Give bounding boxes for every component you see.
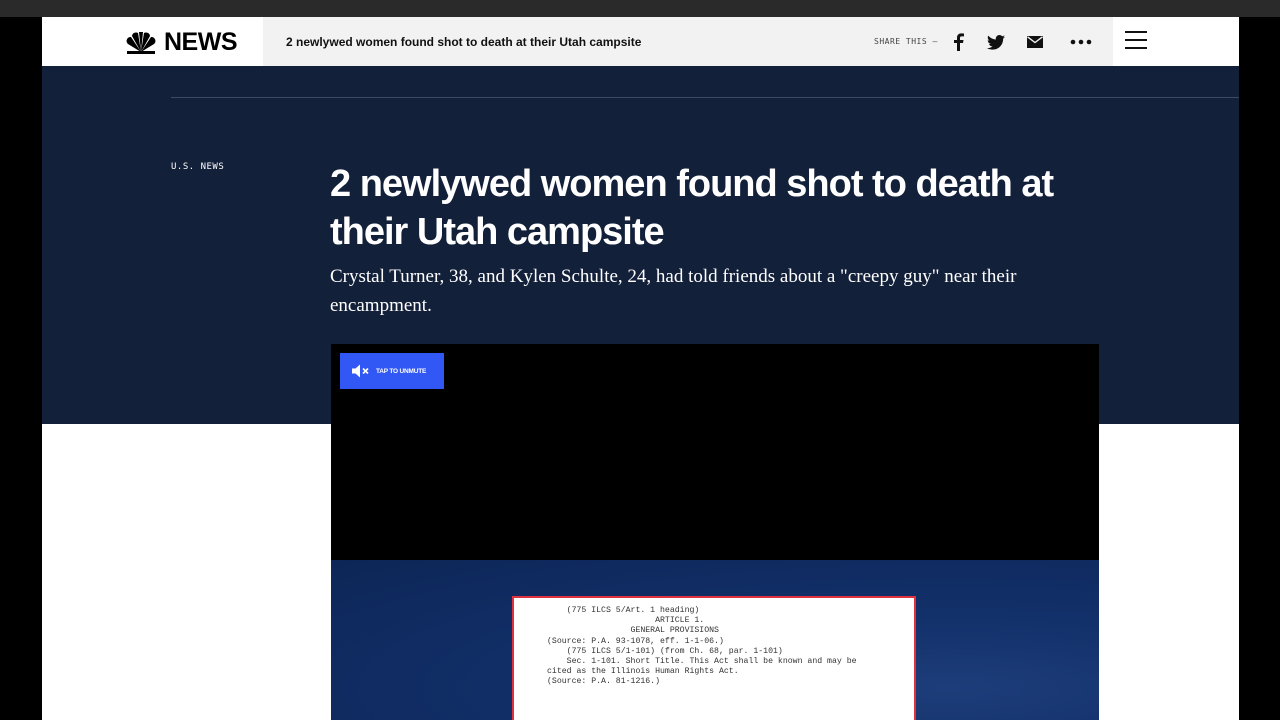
document-line: ARTICLE 1. — [547, 616, 705, 626]
nbc-news-logo[interactable]: NEWS — [124, 28, 238, 57]
sticky-headline-strip: 2 newlywed women found shot to death at … — [263, 17, 1113, 66]
left-black-border — [0, 17, 42, 720]
page: NEWS 2 newlywed women found shot to deat… — [42, 17, 1239, 720]
divider — [171, 97, 1239, 98]
browser-top-bar — [0, 0, 1280, 17]
section-label[interactable]: U.S. NEWS — [171, 162, 224, 172]
muted-speaker-icon — [352, 364, 369, 378]
unmute-label: TAP TO UNMUTE — [376, 367, 427, 375]
document-line: (775 ILCS 5/1-101) (from Ch. 68, par. 1-… — [547, 646, 783, 656]
strip-title: 2 newlywed women found shot to death at … — [286, 35, 642, 49]
document-line: (Source: P.A. 81-1216.) — [547, 677, 661, 687]
document-line: (Source: P.A. 93-1078, eff. 1-1-06.) — [547, 636, 724, 646]
article-title: 2 newlywed women found shot to death at … — [330, 163, 1054, 253]
video-player[interactable]: TAP TO UNMUTE (775 ILCS 5/Art. 1 heading… — [331, 344, 1099, 720]
share-label: SHARE THIS — — [874, 37, 938, 46]
document-line: Sec. 1-101. Short Title. This Act shall … — [547, 657, 857, 667]
hamburger-menu-icon[interactable] — [1125, 31, 1147, 51]
peacock-icon — [126, 31, 156, 54]
more-icon[interactable] — [1070, 31, 1092, 53]
right-black-border — [1239, 17, 1280, 720]
article-subtitle: Crystal Turner, 38, and Kylen Schulte, 2… — [330, 266, 1017, 316]
logo-text: NEWS — [164, 28, 238, 56]
twitter-icon[interactable] — [985, 31, 1007, 53]
document-line: cited as the Illinois Human Rights Act. — [547, 667, 739, 677]
facebook-icon[interactable] — [947, 31, 969, 53]
document-excerpt: (775 ILCS 5/Art. 1 heading) ARTICLE 1. G… — [512, 596, 916, 720]
document-line: GENERAL PROVISIONS — [547, 626, 719, 636]
email-icon[interactable] — [1024, 31, 1046, 53]
site-header: NEWS 2 newlywed women found shot to deat… — [42, 17, 1239, 66]
video-frame: (775 ILCS 5/Art. 1 heading) ARTICLE 1. G… — [331, 560, 1099, 720]
unmute-button[interactable]: TAP TO UNMUTE — [340, 353, 444, 389]
document-line: (775 ILCS 5/Art. 1 heading) — [547, 606, 700, 615]
